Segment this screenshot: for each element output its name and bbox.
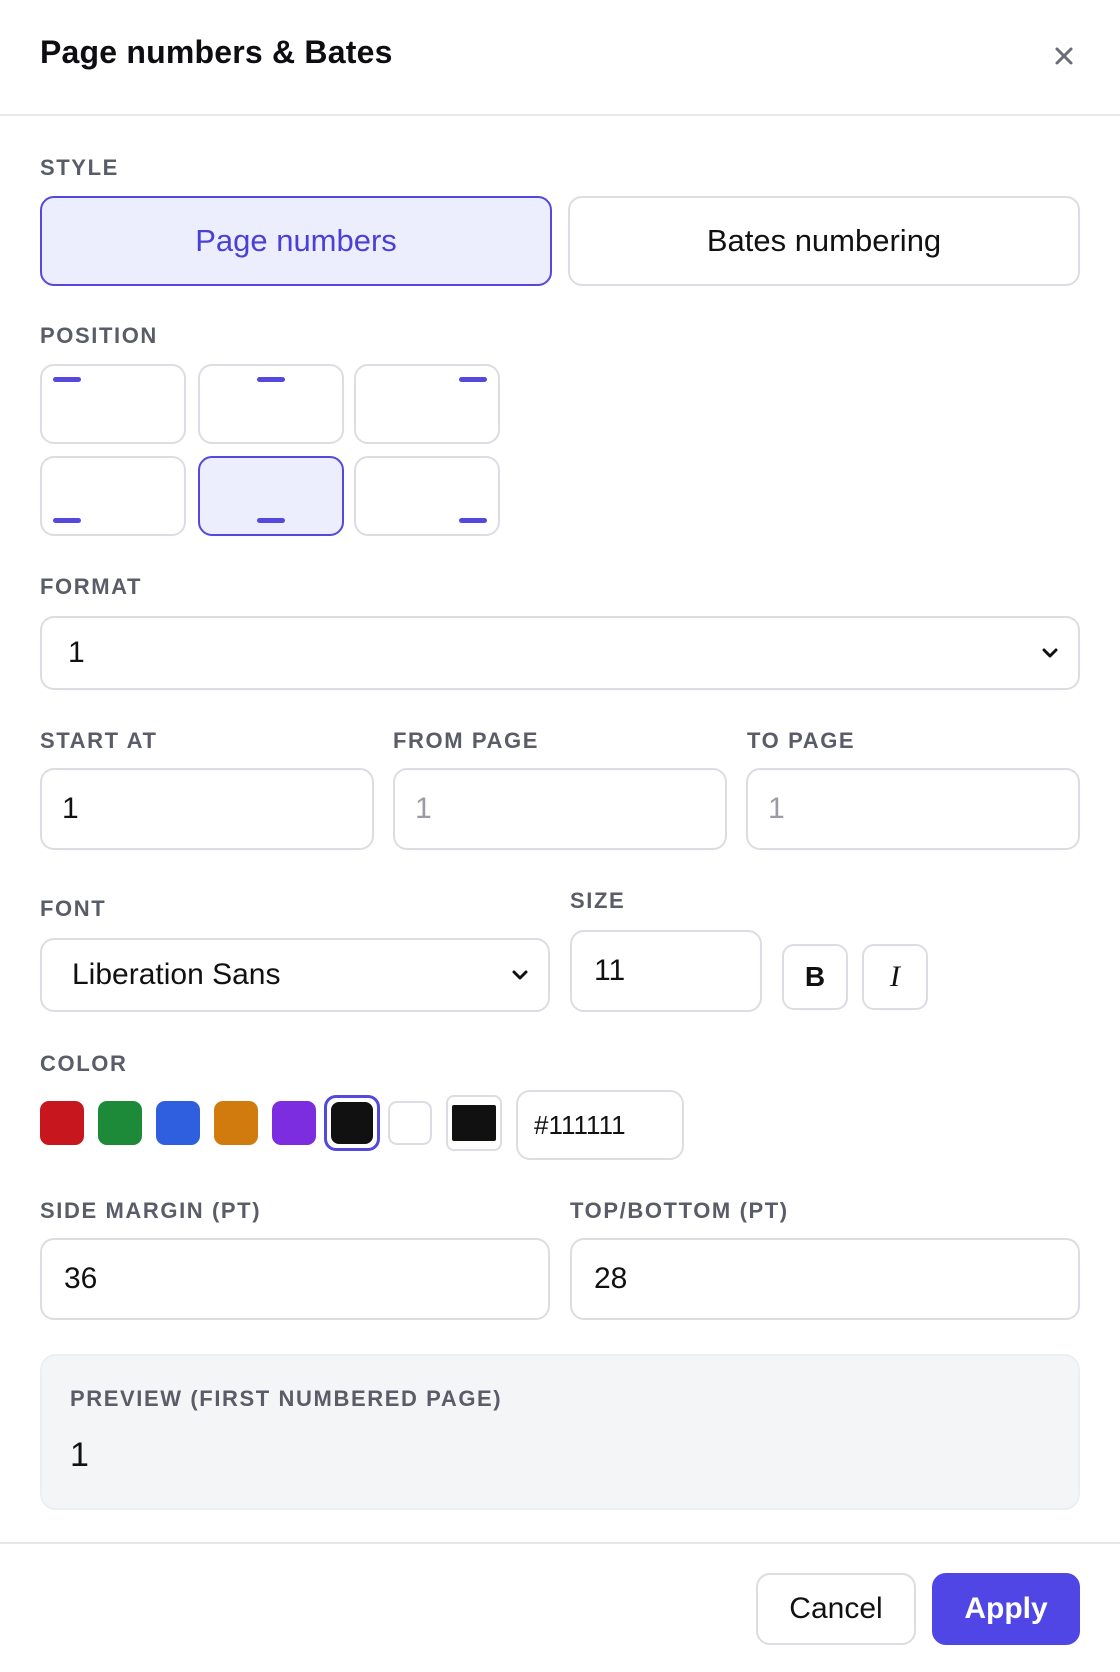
chevron-down-icon — [512, 970, 528, 980]
from-page-input[interactable]: 1 — [393, 768, 727, 850]
hex-color-input[interactable]: #111111 — [516, 1090, 684, 1160]
side-margin-label: SIDE MARGIN (PT) — [40, 1198, 262, 1223]
font-label: FONT — [40, 896, 107, 921]
format-label: FORMAT — [40, 574, 143, 599]
to-page-placeholder: 1 — [768, 792, 785, 825]
format-select-value: 1 — [68, 636, 85, 669]
top-bottom-label: TOP/BOTTOM (PT) — [570, 1198, 789, 1223]
from-page-label: FROM PAGE — [393, 728, 539, 753]
custom-color-picker[interactable] — [446, 1095, 502, 1151]
position-top-center[interactable] — [198, 364, 344, 444]
top-bottom-value: 28 — [594, 1262, 628, 1295]
position-marker — [459, 518, 487, 523]
dialog-header: Page numbers & Bates — [0, 0, 1120, 116]
style-label: STYLE — [40, 155, 119, 180]
italic-button[interactable]: I — [862, 944, 928, 1010]
bold-button[interactable]: B — [782, 944, 848, 1010]
color-swatch-green[interactable] — [98, 1101, 142, 1145]
cancel-button[interactable]: Cancel — [756, 1573, 916, 1645]
top-bottom-input[interactable]: 28 — [570, 1238, 1080, 1320]
position-bottom-left[interactable] — [40, 456, 186, 536]
size-input[interactable]: 11 — [570, 930, 762, 1012]
position-marker — [459, 377, 487, 382]
page-numbers-dialog: Page numbers & Bates STYLE Page numbers … — [0, 0, 1120, 1672]
position-top-right[interactable] — [354, 364, 500, 444]
footer-divider — [0, 1542, 1120, 1544]
to-page-input[interactable]: 1 — [746, 768, 1080, 850]
position-marker — [257, 518, 285, 523]
color-picker-preview — [452, 1105, 496, 1141]
font-select-value: Liberation Sans — [72, 958, 281, 991]
side-margin-value: 36 — [64, 1262, 98, 1295]
position-bottom-right[interactable] — [354, 456, 500, 536]
to-page-label: TO PAGE — [747, 728, 856, 753]
color-swatch-blue[interactable] — [156, 1101, 200, 1145]
side-margin-input[interactable]: 36 — [40, 1238, 550, 1320]
format-select[interactable]: 1 — [40, 616, 1080, 690]
position-marker — [53, 377, 81, 382]
color-swatch-red[interactable] — [40, 1101, 84, 1145]
style-page-numbers-button[interactable]: Page numbers — [40, 196, 552, 286]
color-swatch-black-selected[interactable] — [324, 1095, 380, 1151]
color-swatch-orange[interactable] — [214, 1101, 258, 1145]
preview-value: 1 — [70, 1436, 89, 1474]
color-swatch-purple[interactable] — [272, 1101, 316, 1145]
dialog-title: Page numbers & Bates — [40, 34, 393, 70]
preview-panel: PREVIEW (FIRST NUMBERED PAGE) 1 — [40, 1354, 1080, 1510]
position-label: POSITION — [40, 323, 158, 348]
font-select[interactable]: Liberation Sans — [40, 938, 550, 1012]
from-page-placeholder: 1 — [415, 792, 432, 825]
start-at-value: 1 — [62, 792, 79, 825]
style-bates-numbering-button[interactable]: Bates numbering — [568, 196, 1080, 286]
color-label: COLOR — [40, 1051, 128, 1076]
start-at-label: START AT — [40, 728, 158, 753]
color-swatch-black — [331, 1102, 373, 1144]
position-marker — [53, 518, 81, 523]
close-button[interactable] — [1046, 38, 1082, 74]
color-swatch-white[interactable] — [388, 1101, 432, 1145]
size-value: 11 — [594, 954, 626, 987]
italic-icon: I — [890, 960, 900, 993]
position-bottom-center[interactable] — [198, 456, 344, 536]
apply-button[interactable]: Apply — [932, 1573, 1080, 1645]
position-marker — [257, 377, 285, 382]
size-label: SIZE — [570, 888, 626, 913]
start-at-input[interactable]: 1 — [40, 768, 374, 850]
preview-label: PREVIEW (FIRST NUMBERED PAGE) — [70, 1386, 503, 1411]
chevron-down-icon — [1042, 648, 1058, 658]
bold-icon: B — [804, 961, 826, 992]
position-top-left[interactable] — [40, 364, 186, 444]
hex-color-value: #111111 — [534, 1109, 626, 1140]
close-icon — [1055, 47, 1073, 65]
